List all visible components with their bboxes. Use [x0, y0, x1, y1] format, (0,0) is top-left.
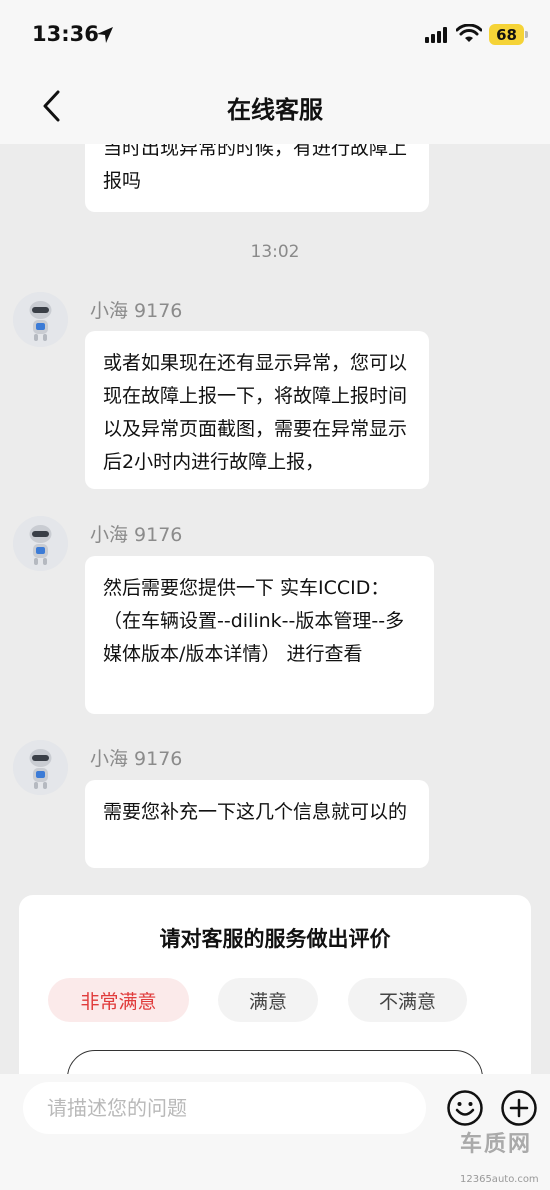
message-input[interactable] [23, 1082, 426, 1134]
sender-name: 小海 9176 [90, 748, 183, 770]
chat-area[interactable]: 当时出现异常的时候，有进行故障上报吗 13:02 小海 9176 或者如果现在还… [0, 144, 550, 1074]
nav-bar: 在线客服 [0, 70, 550, 144]
watermark-url: 12365auto.com [460, 1174, 539, 1185]
rating-very-satisfied-button[interactable]: 非常满意 [48, 978, 189, 1022]
battery-indicator: 68 [489, 24, 524, 45]
agent-avatar[interactable] [13, 740, 68, 795]
robot-icon [13, 740, 68, 795]
robot-icon [13, 292, 68, 347]
sender-name: 小海 9176 [90, 300, 183, 322]
wifi-icon [456, 24, 482, 42]
sender-name: 小海 9176 [90, 524, 183, 546]
status-time: 13:36 [32, 22, 99, 46]
message-bubble: 当时出现异常的时候，有进行故障上报吗 [85, 144, 429, 212]
location-arrow-icon [97, 27, 113, 43]
agent-avatar[interactable] [13, 516, 68, 571]
message-bubble: 需要您补充一下这几个信息就可以的 [85, 780, 429, 868]
battery-level: 68 [496, 25, 517, 44]
robot-icon [13, 516, 68, 571]
battery-tip [525, 31, 528, 38]
message-bubble: 或者如果现在还有显示异常，您可以现在故障上报一下，将故障上报时间以及异常页面截图… [85, 331, 429, 489]
input-bar: 车质网 12365auto.com [0, 1074, 550, 1190]
message-timestamp: 13:02 [250, 242, 300, 262]
rating-card: 请对客服的服务做出评价 非常满意 满意 不满意 [19, 895, 531, 1074]
cellular-signal-icon [425, 27, 447, 43]
message-bubble: 然后需要您提供一下 实车ICCID：（在车辆设置--dilink--版本管理--… [85, 556, 434, 714]
rating-title: 请对客服的服务做出评价 [159, 927, 391, 951]
status-bar: 13:36 68 [0, 0, 550, 70]
emoji-icon[interactable] [446, 1089, 484, 1127]
agent-avatar[interactable] [13, 292, 68, 347]
watermark-logo: 车质网 [460, 1132, 533, 1157]
rating-dissatisfied-button[interactable]: 不满意 [348, 978, 467, 1022]
rating-satisfied-button[interactable]: 满意 [218, 978, 318, 1022]
plus-icon[interactable] [500, 1089, 538, 1127]
submit-rating-button[interactable] [67, 1050, 483, 1074]
page-title: 在线客服 [227, 96, 323, 124]
